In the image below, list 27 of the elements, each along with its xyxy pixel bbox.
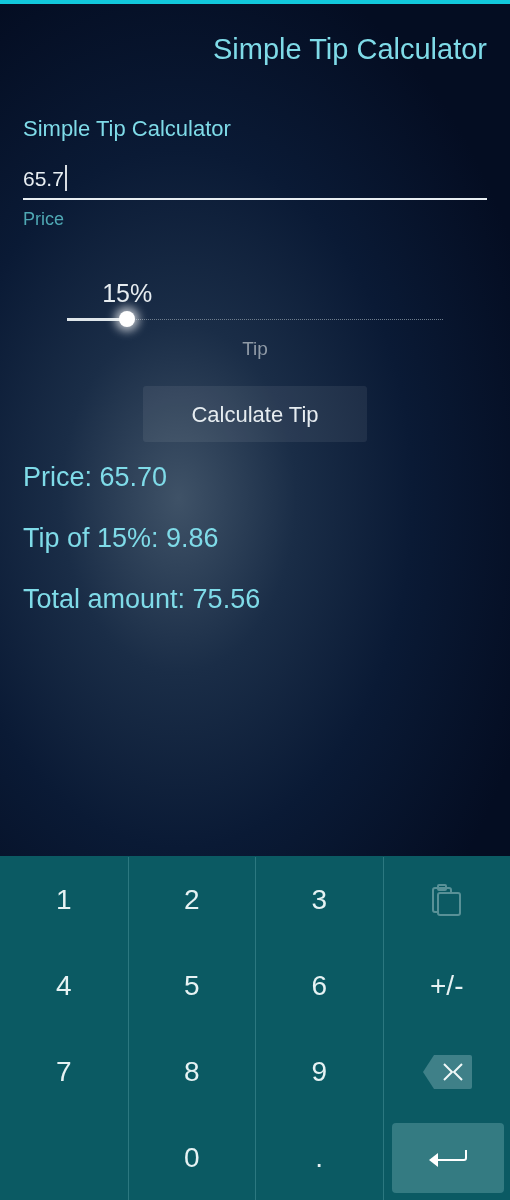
keyboard-key[interactable]: +/- (383, 943, 510, 1029)
keyboard-key[interactable]: 1 (0, 857, 128, 943)
keyboard-key[interactable]: 3 (256, 857, 383, 943)
keyboard-key[interactable]: 4 (0, 943, 128, 1029)
calculate-button[interactable]: Calculate Tip (143, 386, 367, 442)
section-heading: Simple Tip Calculator (23, 114, 232, 143)
result-text: Total amount: 75.56 (23, 583, 262, 616)
keyboard-key[interactable]: 2 (128, 857, 255, 943)
keyboard-key[interactable]: . (256, 1115, 383, 1200)
keyboard-key[interactable]: 6 (256, 943, 383, 1029)
enter-icon (427, 1148, 468, 1168)
clipboard-icon (431, 884, 462, 916)
price-field[interactable]: 65.7 (23, 162, 487, 200)
keyboard-key[interactable]: 5 (128, 943, 255, 1029)
page-title: Simple Tip Calculator (213, 32, 487, 67)
keyboard-key[interactable]: 7 (0, 1029, 128, 1115)
slider-handle[interactable] (119, 311, 136, 327)
price-label: Price (23, 208, 65, 231)
result-text: Price: 65.70 (23, 461, 169, 494)
backspace-icon (421, 1054, 472, 1090)
keyboard-key[interactable]: 9 (256, 1029, 383, 1115)
slider-label: Tip (241, 337, 269, 361)
slider-value: 15% (102, 278, 153, 309)
keyboard-key[interactable]: 8 (128, 1029, 255, 1115)
keyboard-key[interactable]: 0 (128, 1115, 255, 1200)
tip-slider[interactable] (67, 311, 443, 327)
result-text: Tip of 15%: 9.86 (23, 522, 220, 555)
